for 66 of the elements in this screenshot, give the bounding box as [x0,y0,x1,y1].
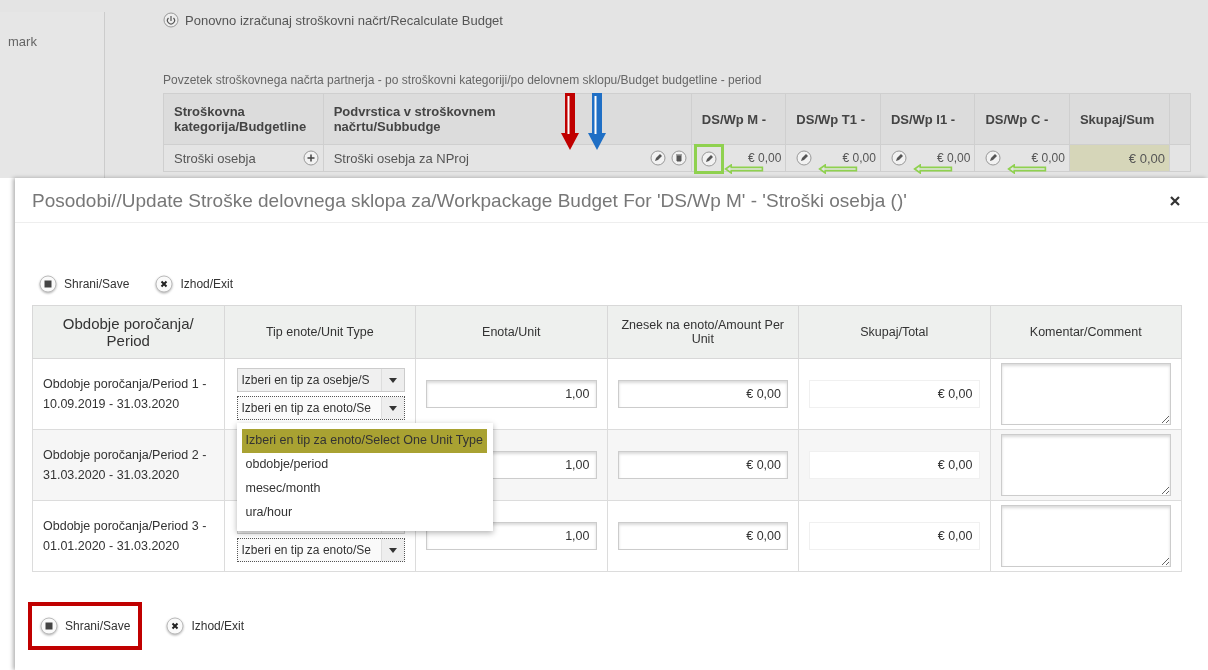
unit-type-select[interactable]: Izberi en tip za enoto/Se [236,538,405,562]
close-button[interactable] [1168,194,1182,208]
exit-button[interactable]: Izhod/Exit [153,273,236,295]
person-type-select[interactable]: Izberi en tip za osebje/S [236,368,405,392]
left-arrow [1007,164,1048,174]
pencil-icon[interactable] [700,151,717,167]
column-header: Tip enote/Unit Type [224,305,416,359]
total-field[interactable]: € 0,00 [809,380,980,408]
column-header: Skupaj/Sum [1069,93,1170,145]
trash-icon[interactable] [670,150,687,166]
pencil-icon[interactable] [796,150,813,166]
left-arrow [912,164,953,174]
column-header: DS/Wp T1 - [785,93,881,145]
column-header: DS/Wp C - [974,93,1070,145]
column-header: Skupaj/Total [798,305,990,359]
close-icon [166,617,185,635]
save-button[interactable]: Shrani/Save [38,615,133,637]
comment-field[interactable] [1000,434,1171,496]
comment-field[interactable] [1000,363,1171,425]
sidebar-item[interactable]: mark [8,34,37,49]
pencil-icon[interactable] [890,150,907,166]
unit-type-select[interactable]: Izberi en tip za enoto/Se [236,396,405,420]
unit-field[interactable]: 1,00 [426,380,597,408]
recalculate-button[interactable]: Ponovno izračunaj stroškovni načrt/Recalculate Budget [163,12,503,28]
column-header: Obdobje poročanja/ Period [32,305,224,359]
table-cell: € 0,00 [1031,151,1065,165]
pencil-icon[interactable] [985,150,1002,166]
floppy-icon [40,617,58,635]
column-header: Enota/Unit [415,305,607,359]
exit-button[interactable]: Izhod/Exit [164,615,247,637]
modal-title: Posodobi//Update Stroške delovnega sklopa za/Workpackage Budget For 'DS/Wp M' - 'Stroški osebja ()' [32,190,907,212]
dropdown-option[interactable]: mesec/month [241,477,487,501]
amount-field[interactable]: € 0,00 [617,522,788,550]
column-header: Stroškovna kategorija/Budgetline [163,93,324,145]
total-field[interactable]: € 0,00 [809,522,980,550]
amount-field[interactable]: € 0,00 [617,451,788,479]
table-cell: € 0,00 [748,151,782,165]
left-arrow [818,164,859,174]
column-header: Podvrstica v stroškovnem načrtu/Subbudge [323,93,692,145]
table-cell: Stroški osebja [174,150,256,166]
dropdown-option[interactable]: ura/hour [241,501,487,525]
column-header: DS/Wp I1 - [880,93,975,145]
total-field[interactable]: € 0,00 [809,451,980,479]
table-cell: Obdobje poročanja/Period 3 - 01.01.2020 - 31.03.2020 [43,519,207,553]
column-header: Znesek na enoto/Amount Per Unit [607,305,799,359]
table-cell: € 0,00 [937,151,971,165]
caret-icon [388,377,397,383]
close-icon [155,275,174,293]
table-cell: Obdobje poročanja/Period 1 - 10.09.2019 - 31.03.2020 [43,377,207,411]
pencil-icon[interactable] [649,150,666,166]
table-cell: € 0,00 [1069,144,1170,172]
table-cell: € 0,00 [842,151,876,165]
plus-icon[interactable] [302,150,319,166]
caret-icon [388,547,397,553]
save-button[interactable]: Shrani/Save [37,273,132,295]
summary-caption: Povzetek stroškovnega načrta partnerja - po stroškovni kategoriji/po delovnem sklopu/Budget budgetline - period [163,73,763,87]
column-header: Komentar/Comment [990,305,1182,359]
close-icon [1170,196,1180,206]
caret-icon [388,405,397,411]
floppy-icon [39,275,57,293]
table-cell: Stroški osebja za NProj [333,150,469,166]
comment-field[interactable] [1000,505,1171,567]
column-header: DS/Wp M - [691,93,786,145]
table-cell: Obdobje poročanja/Period 2 - 31.03.2020 - 31.03.2020 [43,448,207,482]
amount-field[interactable]: € 0,00 [617,380,788,408]
dropdown-option[interactable]: Izberi en tip za enoto/Select One Unit Type [241,429,487,453]
